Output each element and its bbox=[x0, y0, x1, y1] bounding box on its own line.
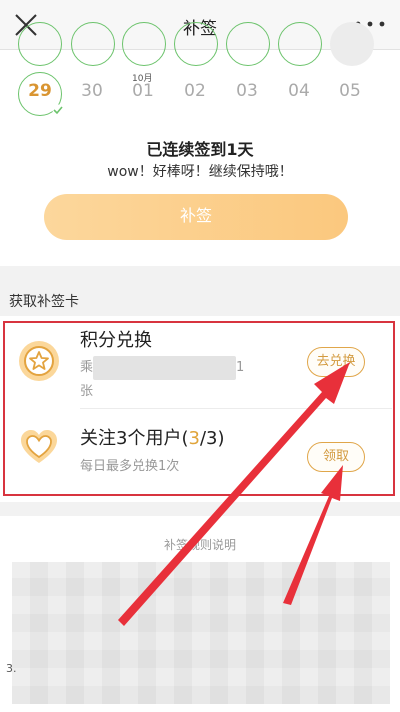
streak-headline: 已连续签到1天 bbox=[146, 140, 254, 159]
calendar-day[interactable]: 05 bbox=[328, 81, 372, 101]
check-icon bbox=[52, 104, 64, 116]
day-circle-checked bbox=[226, 22, 270, 66]
day-circle-checked bbox=[174, 22, 218, 66]
day-circle-checked bbox=[71, 22, 115, 66]
highlight-annotation bbox=[3, 321, 395, 496]
calendar-day[interactable]: 02 bbox=[173, 81, 217, 101]
day-circle-checked bbox=[278, 22, 322, 66]
rule-item-number: 3. bbox=[6, 662, 17, 675]
rules-section: 补签规则说明 3. bbox=[0, 516, 400, 712]
calendar-day[interactable]: 04 bbox=[277, 81, 321, 101]
calendar-day[interactable]: 03 bbox=[225, 81, 269, 101]
calendar-day[interactable]: 30 bbox=[70, 81, 114, 101]
makeup-signin-button[interactable]: 补签 bbox=[44, 194, 348, 240]
encourage-text: wow！好棒呀！继续保持哦！ bbox=[107, 164, 293, 180]
checkin-panel: 29 30 01 02 03 04 05 10月 已连续签到1天 wow！好棒呀… bbox=[0, 22, 400, 266]
day-circle-checked bbox=[18, 22, 62, 66]
day-circle-checked bbox=[122, 22, 166, 66]
calendar-day[interactable]: 01 bbox=[121, 81, 165, 101]
month-label: 10月 bbox=[132, 74, 153, 84]
day-circle-empty bbox=[330, 22, 374, 66]
calendar-day[interactable]: 29 bbox=[18, 81, 62, 101]
rules-title: 补签规则说明 bbox=[163, 538, 236, 552]
pixelated-content bbox=[12, 562, 390, 704]
section-title: 获取补签卡 bbox=[9, 294, 79, 310]
